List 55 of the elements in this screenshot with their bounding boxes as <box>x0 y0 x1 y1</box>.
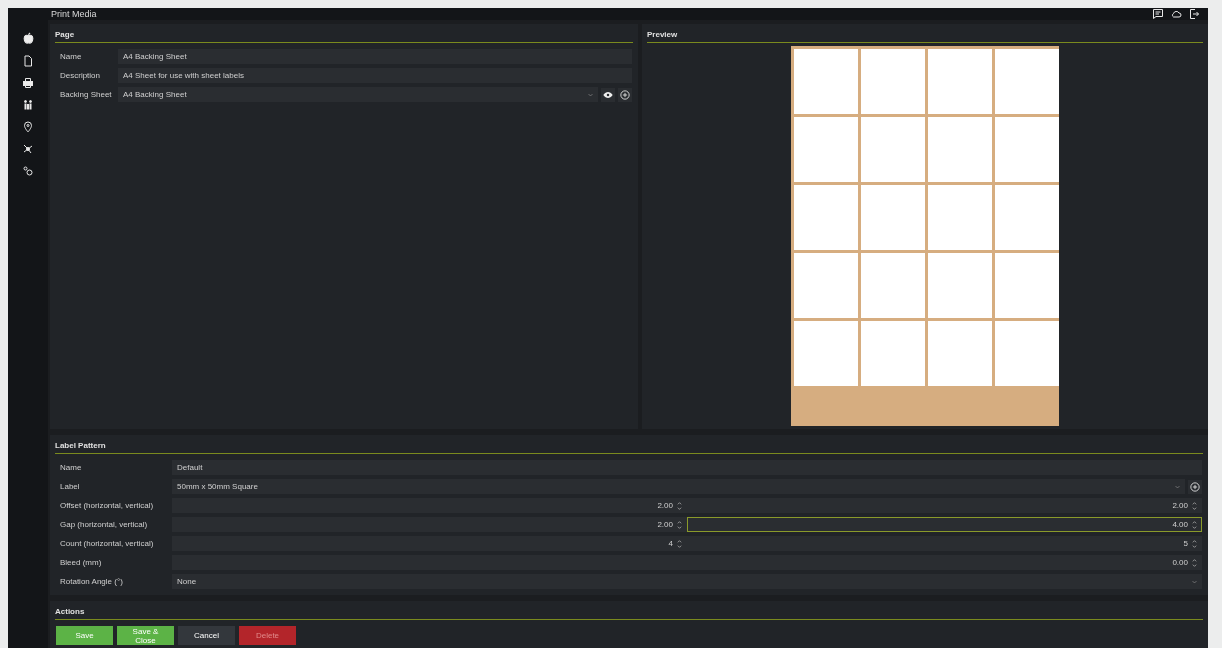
panel-title: Label Pattern <box>55 435 1203 454</box>
spinner-icon[interactable] <box>677 538 682 549</box>
field-label: Label <box>59 482 81 491</box>
caret-icon <box>1192 579 1197 584</box>
settings-icon[interactable] <box>22 165 34 177</box>
field-label: Offset (horizontal, vertical) <box>59 501 155 510</box>
text-field[interactable]: Default <box>172 460 1202 475</box>
window-title: Print Media <box>51 9 97 19</box>
spinner-icon[interactable] <box>677 500 682 511</box>
caret-icon <box>588 92 593 97</box>
panel-title: Page <box>55 24 633 43</box>
number-field[interactable]: 0.00 <box>172 555 1202 570</box>
field-label: Bleed (mm) <box>59 558 103 567</box>
spinner-icon[interactable] <box>1192 519 1197 530</box>
network-icon[interactable] <box>22 143 34 155</box>
select-field[interactable]: 50mm x 50mm Square <box>172 479 1185 494</box>
field-label: Description <box>59 71 101 80</box>
panel-title: Actions <box>55 601 1203 620</box>
number-field[interactable]: 4.00 <box>687 517 1202 532</box>
select-field[interactable]: A4 Backing Sheet <box>118 87 598 102</box>
printer-icon[interactable] <box>22 77 34 89</box>
number-field[interactable]: 5 <box>687 536 1202 551</box>
spinner-icon[interactable] <box>677 519 682 530</box>
field-label: Gap (horizontal, vertical) <box>59 520 149 529</box>
cloud-icon[interactable] <box>1170 8 1182 20</box>
add-icon <box>1190 481 1200 492</box>
add-button[interactable] <box>618 87 632 102</box>
add-icon <box>620 89 630 100</box>
field-label: Name <box>59 52 83 61</box>
location-pin-icon[interactable] <box>22 121 34 133</box>
text-field[interactable]: A4 Sheet for use with sheet labels <box>118 68 632 83</box>
caret-icon <box>1175 484 1180 489</box>
add-button[interactable] <box>1188 479 1202 494</box>
number-field[interactable]: 4 <box>172 536 687 551</box>
eye-icon <box>603 89 613 100</box>
apple-icon[interactable] <box>21 32 35 45</box>
select-field[interactable]: None <box>172 574 1202 589</box>
action-button[interactable]: Cancel <box>178 626 235 645</box>
number-field[interactable]: 2.00 <box>172 517 687 532</box>
panel-title: Preview <box>647 24 1203 43</box>
view-button[interactable] <box>601 87 615 102</box>
text-field[interactable]: A4 Backing Sheet <box>118 49 632 64</box>
spinner-icon[interactable] <box>1192 557 1197 568</box>
number-field[interactable]: 2.00 <box>172 498 687 513</box>
spinner-icon[interactable] <box>1192 538 1197 549</box>
field-label: Count (horizontal, vertical) <box>59 539 155 548</box>
spinner-icon[interactable] <box>1192 500 1197 511</box>
field-label: Name <box>59 463 83 472</box>
people-icon[interactable] <box>22 99 34 111</box>
document-icon[interactable] <box>22 55 34 67</box>
logout-icon[interactable] <box>1188 8 1200 20</box>
message-icon[interactable] <box>1152 8 1164 20</box>
number-field[interactable]: 2.00 <box>687 498 1202 513</box>
field-label: Backing Sheet <box>59 90 113 99</box>
field-label: Rotation Angle (°) <box>59 577 124 586</box>
